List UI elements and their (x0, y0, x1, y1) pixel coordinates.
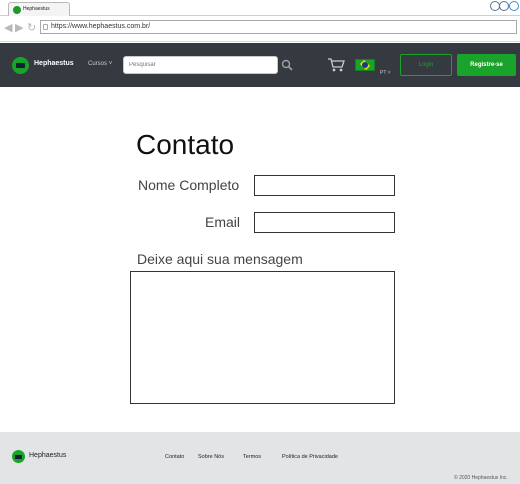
footer-logo-icon[interactable] (12, 450, 25, 463)
language-selector[interactable]: PT ˅ (380, 70, 391, 76)
courses-menu[interactable]: Cursos ˅ (88, 61, 112, 67)
copyright: © 2020 Hephaestus Inc. (454, 475, 508, 481)
forward-arrow-icon[interactable]: ▶ (15, 22, 23, 34)
reload-icon[interactable]: ↻ (27, 22, 36, 34)
language-label: PT (380, 70, 387, 76)
name-field[interactable] (254, 175, 395, 196)
brand-name[interactable]: Hephaestus (34, 60, 74, 67)
site-footer: Hephaestus Contato Sobre Nós Termos Polí… (0, 432, 520, 484)
tab-title: Hephaestus (23, 6, 50, 12)
browser-tab[interactable]: Hephaestus (8, 2, 70, 16)
close-window-icon[interactable] (509, 1, 519, 11)
register-button[interactable]: Registre-se (457, 54, 516, 76)
address-bar[interactable]: https://www.hephaestus.com.br/ (40, 20, 517, 34)
browser-toolbar: ◀ ▶ ↻ https://www.hephaestus.com.br/ (0, 16, 520, 42)
footer-link-about[interactable]: Sobre Nós (198, 454, 224, 460)
courses-menu-label: Cursos (88, 61, 108, 67)
cart-icon[interactable] (327, 57, 345, 73)
chevron-down-icon: ˅ (387, 70, 391, 76)
footer-brand[interactable]: Hephaestus (29, 452, 66, 459)
email-label: Email (205, 214, 241, 230)
maximize-window-icon[interactable] (499, 1, 509, 11)
search-input[interactable] (123, 56, 278, 74)
browser-tab-strip: Hephaestus (0, 0, 520, 16)
page-title: Contato (136, 129, 235, 160)
name-label: Nome Completo (138, 177, 240, 193)
brand-logo-icon[interactable] (12, 57, 29, 74)
footer-link-privacy[interactable]: Política de Privacidade (282, 454, 338, 460)
email-field[interactable] (254, 212, 395, 233)
site-header: Hephaestus Cursos ˅ PT ˅ Login Registre-… (0, 43, 520, 87)
chevron-down-icon: ˅ (108, 61, 113, 67)
tab-favicon-icon (13, 6, 21, 14)
footer-link-terms[interactable]: Termos (243, 454, 261, 460)
search-icon[interactable] (281, 59, 293, 71)
message-textarea[interactable] (130, 271, 395, 404)
lock-icon (43, 24, 48, 30)
login-button[interactable]: Login (400, 54, 452, 76)
footer-link-contact[interactable]: Contato (165, 454, 184, 460)
address-bar-url: https://www.hephaestus.com.br/ (51, 23, 151, 30)
brazil-flag-icon[interactable] (355, 59, 375, 71)
back-arrow-icon[interactable]: ◀ (4, 22, 12, 34)
message-label: Deixe aqui sua mensagem (137, 251, 303, 267)
